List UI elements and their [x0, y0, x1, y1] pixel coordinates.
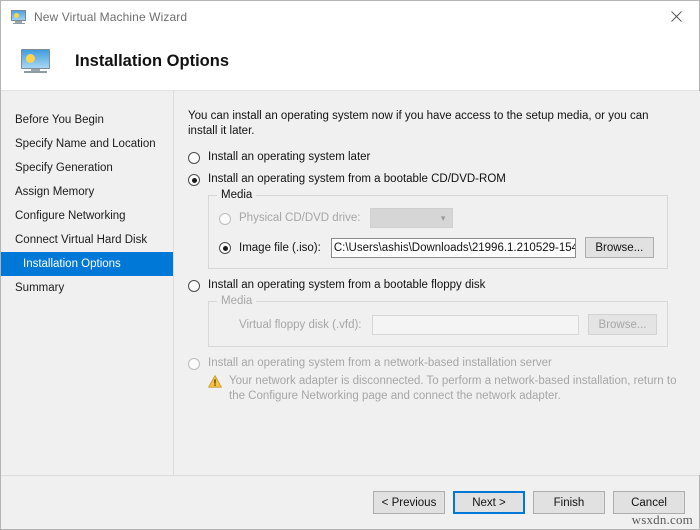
cddvd-media-legend: Media: [217, 189, 257, 201]
physical-drive-label: Physical CD/DVD drive:: [239, 212, 361, 224]
option-install-later-label: Install an operating system later: [208, 151, 371, 163]
finish-button[interactable]: Finish: [533, 491, 605, 514]
sidebar-item-installation-options[interactable]: Installation Options: [1, 252, 173, 276]
virtual-floppy-label: Virtual floppy disk (.vfd):: [239, 318, 362, 331]
window-title: New Virtual Machine Wizard: [34, 9, 188, 24]
option-install-from-network-label: Install an operating system from a netwo…: [208, 357, 552, 369]
virtual-floppy-input: [371, 314, 579, 335]
browse-image-file-button[interactable]: Browse...: [584, 237, 654, 258]
close-icon[interactable]: [654, 1, 699, 31]
cancel-button[interactable]: Cancel: [613, 491, 685, 514]
page-header: Installation Options: [1, 32, 699, 91]
option-install-from-floppy-label: Install an operating system from a boota…: [208, 279, 486, 291]
image-file-row: Image file (.iso): C:\Users\ashis\Downlo…: [219, 237, 657, 258]
option-install-from-network: Install an operating system from a netwo…: [188, 357, 689, 370]
page-title: Installation Options: [75, 51, 230, 70]
radio-image-file[interactable]: [219, 242, 231, 254]
warning-triangle-icon: [208, 375, 222, 388]
physical-drive-dropdown: ▾: [370, 208, 454, 228]
floppy-media-group: Media Virtual floppy disk (.vfd): Browse…: [208, 295, 668, 347]
option-install-later[interactable]: Install an operating system later: [188, 151, 689, 164]
chevron-down-icon: ▾: [440, 212, 446, 223]
physical-drive-row: Physical CD/DVD drive: ▾: [219, 208, 657, 228]
watermark: wsxdn.com: [631, 512, 693, 527]
sidebar-item-connect-virtual-hard-disk[interactable]: Connect Virtual Hard Disk: [1, 228, 173, 252]
wizard-footer: < Previous Next > Finish Cancel wsxdn.co…: [1, 475, 699, 529]
option-install-from-cddvd-label: Install an operating system from a boota…: [208, 173, 506, 185]
sidebar-item-summary[interactable]: Summary: [1, 276, 173, 300]
radio-install-from-network: [188, 358, 200, 370]
network-warning-text: Your network adapter is disconnected. To…: [229, 375, 677, 402]
radio-install-from-cddvd[interactable]: [188, 174, 200, 186]
main-content: You can install an operating system now …: [174, 91, 700, 475]
radio-physical-cddvd-drive: [219, 212, 231, 225]
intro-text: You can install an operating system now …: [188, 110, 649, 137]
browse-virtual-floppy-button: Browse...: [588, 314, 657, 335]
option-install-from-cddvd[interactable]: Install an operating system from a boota…: [188, 173, 689, 186]
cddvd-media-group: Media Physical CD/DVD drive: ▾ Image fil…: [208, 189, 668, 269]
image-file-input[interactable]: C:\Users\ashis\Downloads\21996.1.210529-…: [330, 237, 576, 258]
next-button[interactable]: Next >: [453, 491, 525, 514]
radio-install-later[interactable]: [188, 152, 200, 164]
virtual-machine-icon: [21, 48, 51, 74]
sidebar-item-specify-generation[interactable]: Specify Generation: [1, 156, 173, 180]
radio-install-from-floppy[interactable]: [188, 280, 200, 292]
sidebar-item-configure-networking[interactable]: Configure Networking: [1, 204, 173, 228]
network-warning: Your network adapter is disconnected. To…: [208, 374, 689, 403]
previous-button[interactable]: < Previous: [373, 491, 445, 514]
image-file-label: Image file (.iso):: [239, 241, 321, 254]
wizard-steps-sidebar: Before You Begin Specify Name and Locati…: [1, 91, 174, 475]
floppy-media-legend: Media: [217, 295, 257, 307]
body-area: Before You Begin Specify Name and Locati…: [1, 91, 700, 475]
sidebar-item-specify-name-and-location[interactable]: Specify Name and Location: [1, 132, 173, 156]
sidebar-item-assign-memory[interactable]: Assign Memory: [1, 180, 173, 204]
title-bar: New Virtual Machine Wizard: [1, 1, 699, 32]
virtual-machine-icon: [11, 9, 27, 25]
virtual-floppy-row: Virtual floppy disk (.vfd): Browse...: [219, 314, 657, 335]
option-install-from-floppy[interactable]: Install an operating system from a boota…: [188, 279, 689, 292]
sidebar-item-before-you-begin[interactable]: Before You Begin: [1, 108, 173, 132]
wizard-window: New Virtual Machine Wizard Installation …: [0, 0, 700, 530]
